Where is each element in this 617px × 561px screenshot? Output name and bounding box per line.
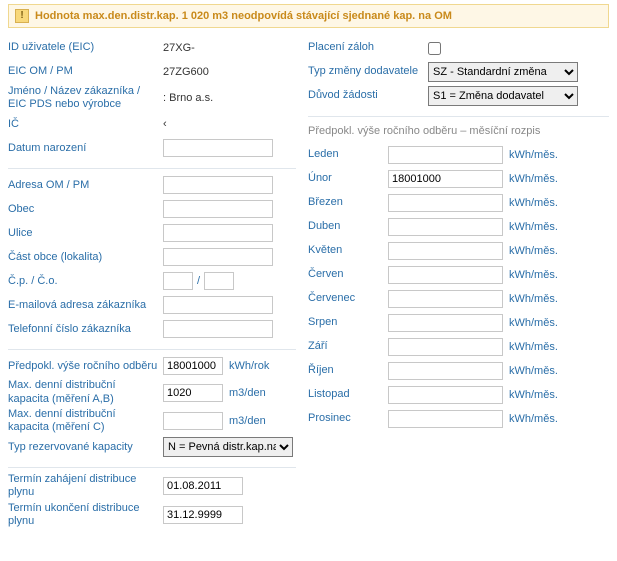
unit-month: kWh/měs. bbox=[509, 293, 558, 305]
warning-text: Hodnota max.den.distr.kap. 1 020 m3 neod… bbox=[35, 10, 452, 22]
month-input[interactable] bbox=[388, 194, 503, 212]
unit-month: kWh/měs. bbox=[509, 317, 558, 329]
month-label: Leden bbox=[308, 148, 388, 161]
label-annual: Předpokl. výše ročního odběru bbox=[8, 360, 163, 373]
unit-month: kWh/měs. bbox=[509, 221, 558, 233]
max-day-ab-input[interactable] bbox=[163, 384, 223, 402]
value-ic: ‹ bbox=[163, 118, 167, 130]
label-end-date: Termín ukončení distribuce plynu bbox=[8, 502, 163, 528]
unit-max-day-ab: m3/den bbox=[229, 387, 266, 399]
label-cp-co: Č.p. / Č.o. bbox=[8, 275, 163, 288]
month-input[interactable] bbox=[388, 410, 503, 428]
month-input[interactable] bbox=[388, 266, 503, 284]
unit-month: kWh/měs. bbox=[509, 413, 558, 425]
cp-co-slash: / bbox=[197, 275, 200, 287]
label-lokalita: Část obce (lokalita) bbox=[8, 251, 163, 264]
warning-bar: ! Hodnota max.den.distr.kap. 1 020 m3 ne… bbox=[8, 4, 609, 28]
label-obec: Obec bbox=[8, 203, 163, 216]
month-label: Listopad bbox=[308, 388, 388, 401]
unit-month: kWh/měs. bbox=[509, 149, 558, 161]
value-customer-name: : Brno a.s. bbox=[163, 92, 213, 104]
unit-month: kWh/měs. bbox=[509, 173, 558, 185]
month-input[interactable] bbox=[388, 146, 503, 164]
unit-month: kWh/měs. bbox=[509, 269, 558, 281]
label-ulice: Ulice bbox=[8, 227, 163, 240]
month-input[interactable] bbox=[388, 338, 503, 356]
month-input[interactable] bbox=[388, 314, 503, 332]
unit-max-day-c: m3/den bbox=[229, 415, 266, 427]
unit-month: kWh/měs. bbox=[509, 197, 558, 209]
month-label: Září bbox=[308, 340, 388, 353]
label-change-type: Typ změny dodavatele bbox=[308, 65, 428, 78]
label-user-id: ID uživatele (EIC) bbox=[8, 41, 163, 54]
label-max-day-c: Max. denní distribuční kapacita (měření … bbox=[8, 408, 163, 434]
lokalita-input[interactable] bbox=[163, 248, 273, 266]
birth-date-input[interactable] bbox=[163, 139, 273, 157]
unit-month: kWh/měs. bbox=[509, 365, 558, 377]
reason-select[interactable]: S1 = Změna dodavatel bbox=[428, 86, 578, 106]
change-type-select[interactable]: SZ - Standardní změna bbox=[428, 62, 578, 82]
label-reason: Důvod žádosti bbox=[308, 89, 428, 102]
unit-annual: kWh/rok bbox=[229, 360, 269, 372]
label-address: Adresa OM / PM bbox=[8, 179, 163, 192]
label-advance: Placení záloh bbox=[308, 41, 428, 54]
month-input[interactable] bbox=[388, 362, 503, 380]
month-label: Říjen bbox=[308, 364, 388, 377]
month-label: Prosinec bbox=[308, 412, 388, 425]
advance-checkbox[interactable] bbox=[428, 42, 441, 55]
month-label: Květen bbox=[308, 244, 388, 257]
end-date-input[interactable] bbox=[163, 506, 243, 524]
value-eic-om-pm: 27ZG600 bbox=[163, 66, 209, 78]
label-max-day-ab: Max. denní distribuční kapacita (měření … bbox=[8, 379, 163, 405]
month-label: Únor bbox=[308, 172, 388, 185]
month-input[interactable] bbox=[388, 218, 503, 236]
unit-month: kWh/měs. bbox=[509, 341, 558, 353]
cap-type-select[interactable]: N = Pevná distr.kap.na r bbox=[163, 437, 293, 457]
start-date-input[interactable] bbox=[163, 477, 243, 495]
label-email: E-mailová adresa zákazníka bbox=[8, 299, 163, 312]
annual-input[interactable] bbox=[163, 357, 223, 375]
month-input[interactable] bbox=[388, 170, 503, 188]
address-input[interactable] bbox=[163, 176, 273, 194]
value-user-id: 27XG- bbox=[163, 42, 195, 54]
label-cap-type: Typ rezervované kapacity bbox=[8, 441, 163, 454]
unit-month: kWh/měs. bbox=[509, 389, 558, 401]
label-ic: IČ bbox=[8, 118, 163, 131]
max-day-c-input[interactable] bbox=[163, 412, 223, 430]
unit-month: kWh/měs. bbox=[509, 245, 558, 257]
label-start-date: Termín zahájení distribuce plynu bbox=[8, 473, 163, 499]
month-input[interactable] bbox=[388, 386, 503, 404]
month-label: Červen bbox=[308, 268, 388, 281]
email-input[interactable] bbox=[163, 296, 273, 314]
cp-input[interactable] bbox=[163, 272, 193, 290]
month-label: Duben bbox=[308, 220, 388, 233]
label-birth-date: Datum narození bbox=[8, 142, 163, 155]
label-phone: Telefonní číslo zákazníka bbox=[8, 323, 163, 336]
month-label: Červenec bbox=[308, 292, 388, 305]
ulice-input[interactable] bbox=[163, 224, 273, 242]
warning-icon: ! bbox=[15, 9, 29, 23]
monthly-breakdown-head: Předpokl. výše ročního odběru – měsíční … bbox=[308, 121, 609, 143]
label-eic-om-pm: EIC OM / PM bbox=[8, 65, 163, 78]
month-label: Březen bbox=[308, 196, 388, 209]
month-input[interactable] bbox=[388, 242, 503, 260]
co-input[interactable] bbox=[204, 272, 234, 290]
month-input[interactable] bbox=[388, 290, 503, 308]
label-customer-name: Jméno / Název zákazníka / EIC PDS nebo v… bbox=[8, 85, 163, 111]
month-label: Srpen bbox=[308, 316, 388, 329]
obec-input[interactable] bbox=[163, 200, 273, 218]
phone-input[interactable] bbox=[163, 320, 273, 338]
